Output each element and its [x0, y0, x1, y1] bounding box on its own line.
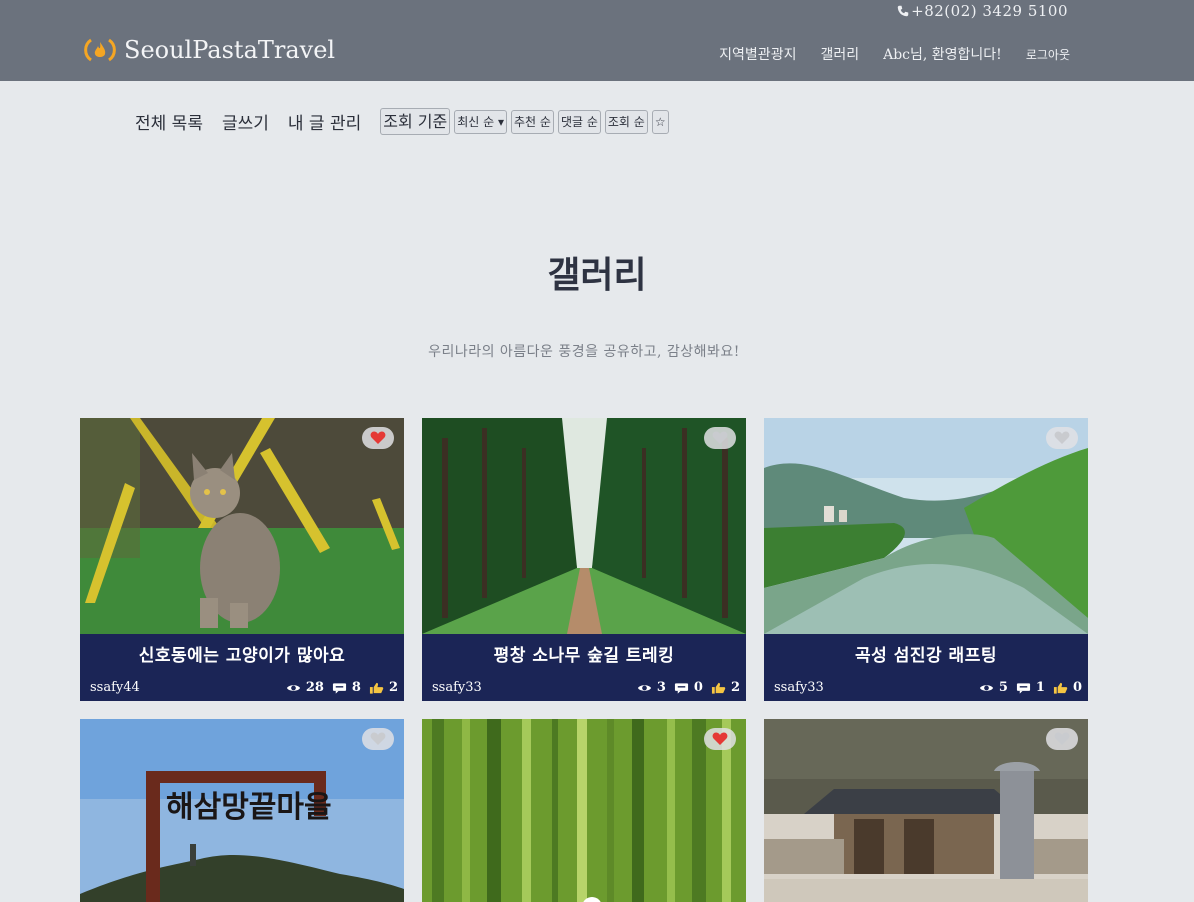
view-count-value: 28: [305, 680, 324, 695]
cat-photo-image: [80, 418, 404, 634]
card-title[interactable]: 곡성 섬진강 래프팅: [764, 634, 1088, 674]
heart-filled-icon: [712, 732, 728, 745]
comment-count-value: 8: [351, 680, 361, 695]
comment-count-value: 1: [1035, 680, 1045, 695]
phone-icon: [897, 5, 909, 17]
view-count-value: 3: [656, 680, 666, 695]
like-count: 0: [1053, 680, 1082, 695]
favorite-star-button[interactable]: ☆: [651, 109, 669, 134]
like-toggle[interactable]: [1046, 427, 1078, 449]
thumbs-up-icon: [1053, 682, 1068, 694]
nav-regional-attractions[interactable]: 지역별관광지: [719, 44, 796, 64]
like-toggle[interactable]: [362, 728, 394, 750]
card-image-river[interactable]: [764, 418, 1088, 634]
write-link[interactable]: 글쓰기: [222, 109, 269, 134]
gallery-card[interactable]: [764, 719, 1088, 902]
heart-outline-icon: [370, 732, 386, 745]
card-author: ssafy33: [432, 680, 482, 695]
comment-icon: [1016, 682, 1030, 694]
card-title[interactable]: 신호동에는 고양이가 많아요: [80, 634, 404, 674]
card-title[interactable]: 평창 소나무 숲길 트레킹: [422, 634, 746, 674]
card-image-bamboo[interactable]: [422, 719, 746, 902]
card-image-house[interactable]: [764, 719, 1088, 902]
all-list-link[interactable]: 전체 목록: [135, 109, 203, 134]
village-sign-photo-image: 해삼망끝마을: [80, 719, 404, 902]
village-sign-text: 해삼망끝마을: [166, 790, 332, 825]
card-meta: ssafy33 5 1 0: [764, 674, 1088, 701]
sort-select[interactable]: 최신 순 ▾: [454, 109, 508, 134]
card-author: ssafy33: [774, 680, 824, 695]
traditional-house-photo-image: [764, 719, 1088, 902]
card-author: ssafy44: [90, 680, 140, 695]
like-toggle[interactable]: [704, 427, 736, 449]
bamboo-forest-photo-image: [422, 719, 746, 902]
thumbs-up-icon: [711, 682, 726, 694]
comment-count: 8: [332, 680, 361, 695]
nav-gallery[interactable]: 갤러리: [820, 44, 859, 64]
card-meta: ssafy33 3 0 2: [422, 674, 746, 701]
like-count-value: 2: [388, 680, 398, 695]
river-valley-photo-image: [764, 418, 1088, 634]
brand[interactable]: SeoulPastaTravel: [82, 36, 335, 64]
top-bar: +82(02) 3429 5100 SeoulPastaTravel 지역별관광…: [0, 0, 1194, 81]
eye-icon: [286, 684, 300, 691]
gallery-card[interactable]: 평창 소나무 숲길 트레킹 ssafy33 3 0 2: [422, 418, 746, 701]
like-toggle[interactable]: [1046, 728, 1078, 750]
view-count: 5: [979, 680, 1008, 695]
phone-number: +82(02) 3429 5100: [897, 2, 1068, 20]
card-image-village[interactable]: 해삼망끝마을: [80, 719, 404, 902]
comment-icon: [674, 682, 688, 694]
eye-icon: [979, 684, 993, 691]
page-title: 갤러리: [547, 254, 647, 296]
card-meta: ssafy44 28 8 2: [80, 674, 404, 701]
like-count-value: 2: [730, 680, 740, 695]
my-posts-link[interactable]: 내 글 관리: [288, 109, 361, 134]
sort-comments-button[interactable]: 댓글 순: [557, 109, 601, 134]
like-count: 2: [711, 680, 740, 695]
thumbs-up-icon: [369, 682, 384, 694]
card-image-cat[interactable]: [80, 418, 404, 634]
card-image-forest[interactable]: [422, 418, 746, 634]
board-toolbar: 전체 목록 글쓰기 내 글 관리 조회 기준 최신 순 ▾ 추천 순 댓글 순 …: [135, 108, 669, 135]
heart-outline-icon: [1054, 431, 1070, 444]
comment-count: 0: [674, 680, 703, 695]
pine-forest-photo-image: [422, 418, 746, 634]
comment-count: 1: [1016, 680, 1045, 695]
heart-outline-icon: [712, 431, 728, 444]
nav-welcome-user[interactable]: Abc님, 환영합니다!: [883, 44, 1002, 64]
like-count-value: 0: [1072, 680, 1082, 695]
gallery-card[interactable]: 해삼망끝마을: [80, 719, 404, 902]
like-toggle[interactable]: [362, 427, 394, 449]
sort-recommend-button[interactable]: 추천 순: [511, 109, 554, 134]
eye-icon: [637, 684, 651, 691]
gallery-card[interactable]: 신호동에는 고양이가 많아요 ssafy44 28 8 2: [80, 418, 404, 701]
heart-outline-icon: [1054, 732, 1070, 745]
page-subtitle: 우리나라의 아름다운 풍경을 공유하고, 감상해봐요!: [428, 344, 740, 360]
view-count: 28: [286, 680, 324, 695]
nav-logout[interactable]: 로그아웃: [1026, 46, 1070, 63]
brand-name: SeoulPastaTravel: [124, 36, 336, 64]
comment-count-value: 0: [693, 680, 703, 695]
phone-text: +82(02) 3429 5100: [911, 2, 1068, 20]
sort-criteria-button[interactable]: 조회 기준: [380, 108, 451, 135]
gallery-card[interactable]: 곡성 섬진강 래프팅 ssafy33 5 1 0: [764, 418, 1088, 701]
heart-filled-icon: [370, 431, 386, 444]
view-count-value: 5: [998, 680, 1008, 695]
like-toggle[interactable]: [704, 728, 736, 750]
like-count: 2: [369, 680, 398, 695]
sort-views-button[interactable]: 조회 순: [604, 109, 648, 134]
view-count: 3: [637, 680, 666, 695]
main-nav: 지역별관광지 갤러리 Abc님, 환영합니다! 로그아웃: [719, 44, 1070, 64]
comment-icon: [332, 682, 346, 694]
gallery-card[interactable]: [422, 719, 746, 902]
flame-logo-icon: [84, 38, 116, 62]
